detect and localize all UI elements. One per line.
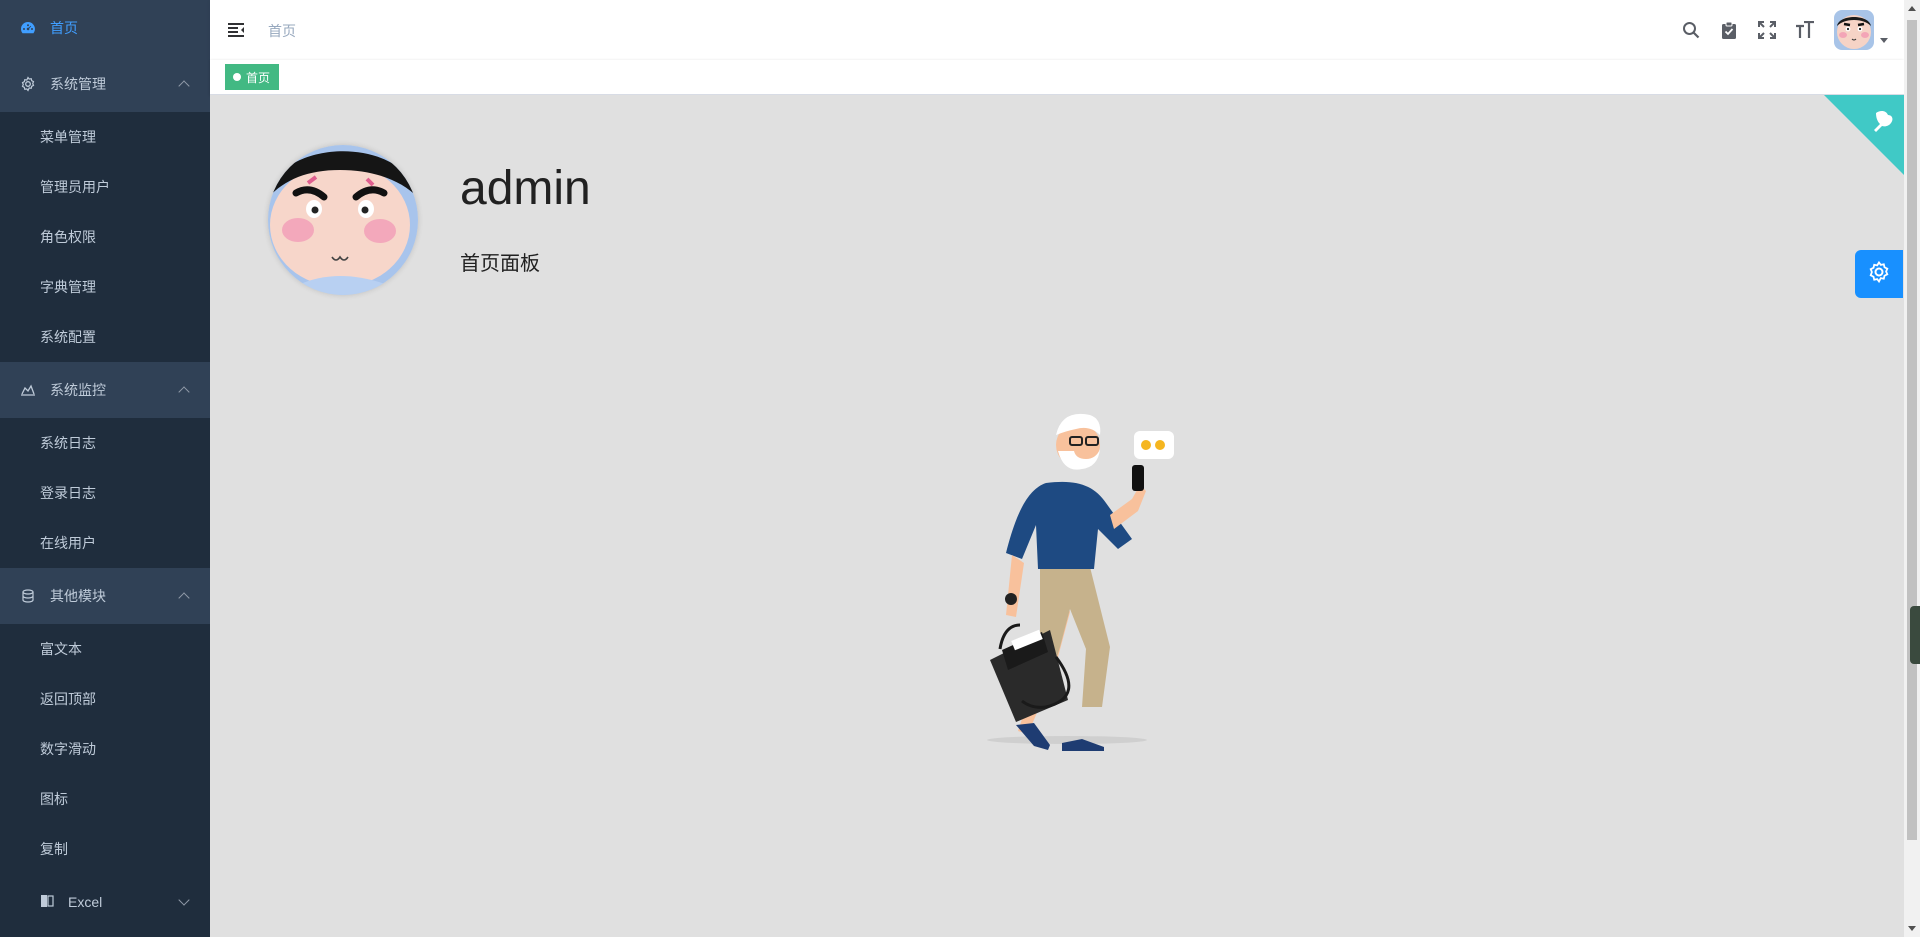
sidebar-item-label: 首页 <box>50 20 78 36</box>
tags-view: 首页 <box>210 60 1904 95</box>
sidebar-group-system[interactable]: 系统管理 <box>0 56 210 112</box>
tag-label: 首页 <box>246 70 271 85</box>
walking-man-illustration <box>950 395 1200 755</box>
chevron-down-icon <box>178 894 190 906</box>
page-scrollbar[interactable] <box>1904 0 1920 937</box>
sidebar: 首页 系统管理 菜单管理 管理员用户 角色权限 字典管理 系统配置 系统监控 系… <box>0 0 210 937</box>
scrollbar-thumb[interactable] <box>1907 20 1917 840</box>
side-panel-handle[interactable] <box>1910 606 1920 664</box>
search-icon[interactable] <box>1680 19 1702 41</box>
chevron-up-icon <box>178 80 190 92</box>
settings-button[interactable] <box>1855 250 1903 298</box>
scroll-down-icon[interactable] <box>1908 926 1916 931</box>
sidebar-item-back-to-top[interactable]: 返回顶部 <box>0 674 210 724</box>
chevron-up-icon <box>178 592 190 604</box>
hamburger-icon[interactable] <box>226 20 246 40</box>
excel-icon <box>40 894 54 911</box>
sidebar-item-copy[interactable]: 复制 <box>0 824 210 874</box>
sidebar-item-excel[interactable]: Excel <box>0 874 210 930</box>
sidebar-item-login-log[interactable]: 登录日志 <box>0 468 210 518</box>
font-size-icon[interactable] <box>1794 19 1816 41</box>
sidebar-item-rich-text[interactable]: 富文本 <box>0 624 210 674</box>
active-dot-icon <box>233 73 241 81</box>
sidebar-item-system-log[interactable]: 系统日志 <box>0 418 210 468</box>
sidebar-item-online-users[interactable]: 在线用户 <box>0 518 210 568</box>
sidebar-item-dictionary[interactable]: 字典管理 <box>0 262 210 312</box>
sidebar-item-config[interactable]: 系统配置 <box>0 312 210 362</box>
user-avatar[interactable] <box>1834 10 1874 50</box>
caret-down-icon[interactable] <box>1880 37 1888 43</box>
profile-avatar <box>268 145 418 295</box>
github-corner-icon[interactable] <box>1824 95 1904 175</box>
sidebar-item-label: Excel <box>68 894 103 910</box>
main-content: admin 首页面板 <box>210 95 1904 937</box>
scroll-up-icon[interactable] <box>1908 6 1916 11</box>
sidebar-group-label: 其他模块 <box>50 588 106 604</box>
sidebar-item-icons[interactable]: 图标 <box>0 774 210 824</box>
clipboard-icon[interactable] <box>1718 19 1740 41</box>
dashboard-icon <box>20 20 36 36</box>
fullscreen-icon[interactable] <box>1756 19 1778 41</box>
tag-home[interactable]: 首页 <box>225 64 280 90</box>
chevron-up-icon <box>178 386 190 398</box>
monitor-icon <box>20 382 36 398</box>
navbar-right-menu <box>1672 0 1888 60</box>
sidebar-item-admin-users[interactable]: 管理员用户 <box>0 162 210 212</box>
sidebar-item-menu[interactable]: 菜单管理 <box>0 112 210 162</box>
top-navbar: 首页 <box>210 0 1904 60</box>
gear-icon <box>20 76 36 92</box>
gear-icon <box>1867 260 1891 289</box>
user-role: 首页面板 <box>460 253 540 275</box>
sidebar-group-other[interactable]: 其他模块 <box>0 568 210 624</box>
sidebar-group-monitor[interactable]: 系统监控 <box>0 362 210 418</box>
breadcrumb: 首页 <box>268 23 296 39</box>
sidebar-group-label: 系统管理 <box>50 76 106 92</box>
module-icon <box>20 588 36 604</box>
user-name: admin <box>460 162 591 215</box>
sidebar-item-count-to[interactable]: 数字滑动 <box>0 724 210 774</box>
sidebar-item-home[interactable]: 首页 <box>0 0 210 56</box>
sidebar-group-label: 系统监控 <box>50 382 106 398</box>
sidebar-item-roles[interactable]: 角色权限 <box>0 212 210 262</box>
